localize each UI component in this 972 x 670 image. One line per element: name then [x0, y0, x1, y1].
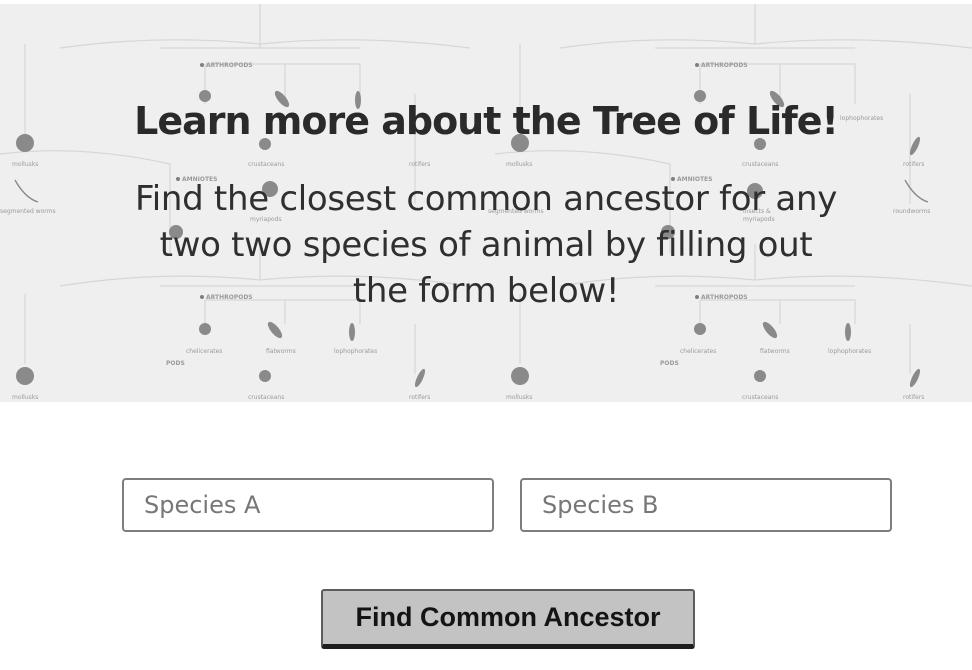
label-lophophorates-2: lophophorates [828, 348, 871, 355]
hero-banner: ARTHROPODS ARTHROPODS ARTHROPODS ARTHROP… [0, 4, 972, 402]
page: ARTHROPODS ARTHROPODS ARTHROPODS ARTHROP… [0, 0, 972, 670]
label-rotifers-4: rotifers [903, 394, 924, 401]
label-lophophorates-1: lophophorates [334, 348, 377, 355]
label-rotifers-3: rotifers [409, 394, 430, 401]
label-mollusks-4: mollusks [506, 394, 532, 401]
label-arthropods-2: ARTHROPODS [701, 62, 748, 69]
label-chelicerates-1: chelicerates [186, 348, 222, 355]
label-segmented-worms-1: segmented worms [0, 208, 56, 215]
label-arthropods-1: ARTHROPODS [206, 62, 253, 69]
species-a-input[interactable] [122, 478, 494, 532]
label-crustaceans-4: crustaceans [742, 394, 778, 401]
label-crustaceans-3: crustaceans [248, 394, 284, 401]
hero-title: Learn more about the Tree of Life! [134, 99, 839, 143]
label-flatworms-1: flatworms [266, 348, 296, 355]
label-chelicerates-2: chelicerates [680, 348, 716, 355]
find-common-ancestor-button[interactable]: Find Common Ancestor [321, 589, 695, 649]
label-roundworms: roundworms [893, 208, 930, 215]
species-b-input[interactable] [520, 478, 892, 532]
label-mollusks-3: mollusks [12, 394, 38, 401]
hero-description: Find the closest common ancestor for any… [134, 179, 838, 311]
label-pods-2: PODS [660, 360, 679, 367]
label-flatworms-2: flatworms [760, 348, 790, 355]
label-rotifers-1: rotifers [409, 161, 430, 168]
label-rotifers-2: rotifers [903, 161, 924, 168]
label-pods-1: PODS [166, 360, 185, 367]
label-crustaceans-1: crustaceans [248, 161, 284, 168]
label-crustaceans-2: crustaceans [742, 161, 778, 168]
label-mollusks-1: mollusks [12, 161, 38, 168]
label-mollusks-2: mollusks [506, 161, 532, 168]
